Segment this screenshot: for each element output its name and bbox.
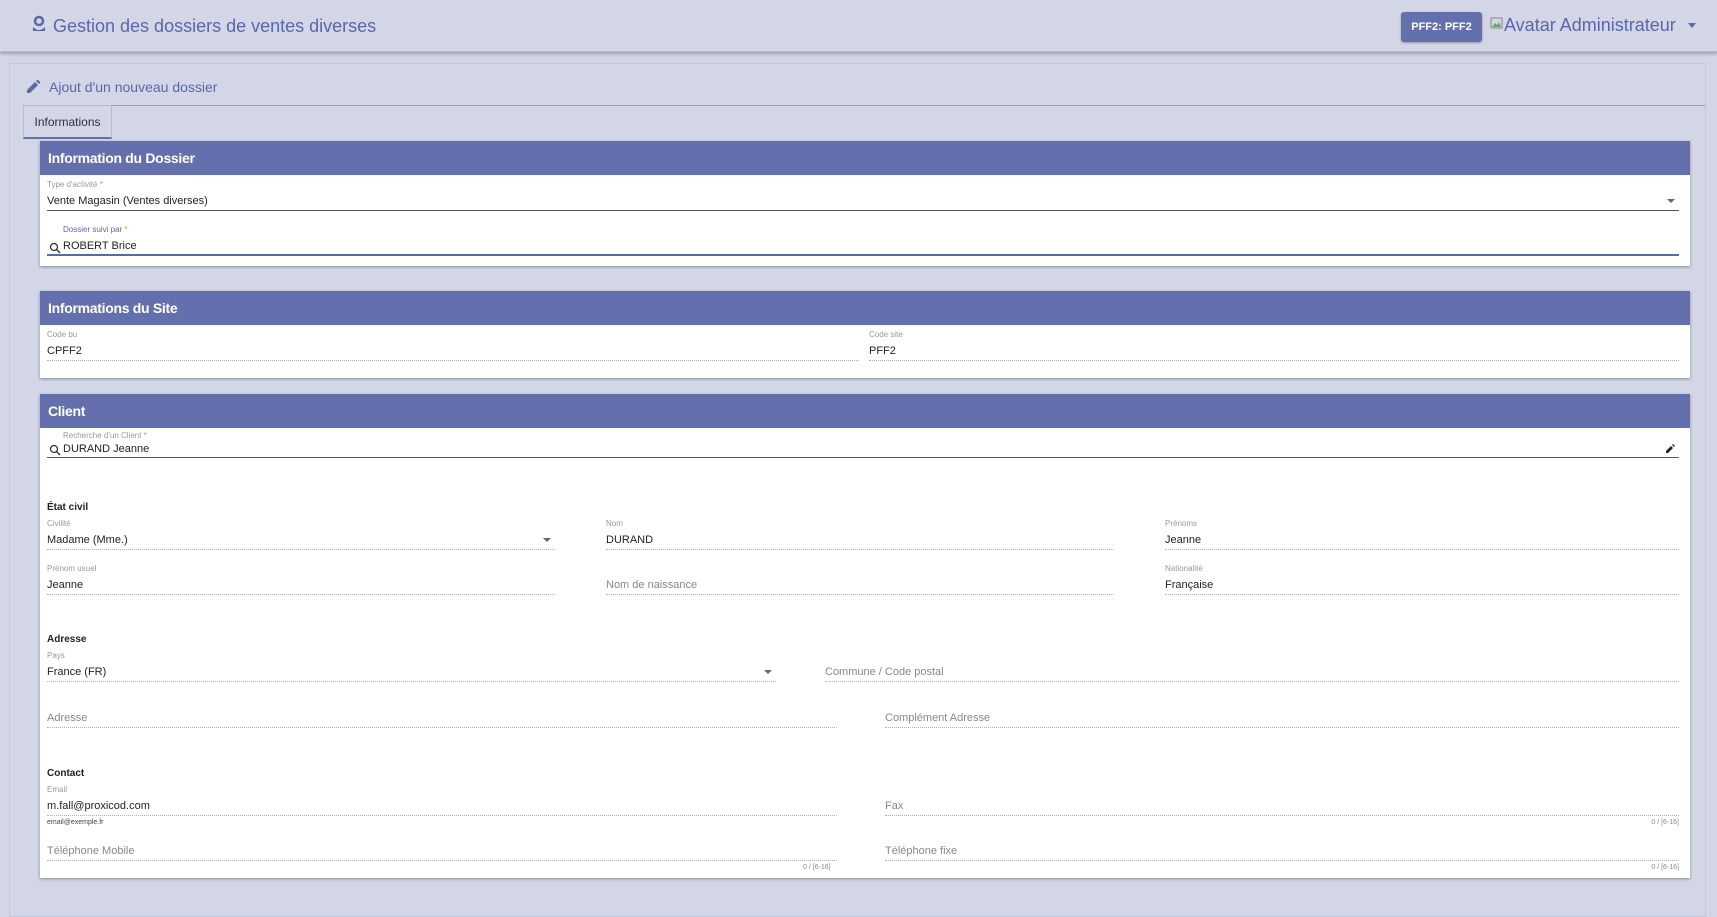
civilite-select[interactable]: Civilité Madame (Mme.)	[47, 516, 555, 550]
field-label: Recherche d'un Client *	[63, 431, 147, 440]
email-field[interactable]: Email m.fall@proxicod.com	[47, 782, 837, 816]
prenoms-field[interactable]: Prénoms Jeanne	[1165, 516, 1679, 550]
field-label: Pays	[47, 651, 65, 660]
fax-field[interactable]: Fax	[885, 782, 1679, 816]
nom-field[interactable]: Nom DURAND	[606, 516, 1114, 550]
field-value: Française	[1165, 579, 1214, 591]
type-activite-select[interactable]: Type d'activité * Vente Magasin (Ventes …	[47, 177, 1679, 211]
group-title-contact: Contact	[47, 768, 85, 779]
field-value: PFF2	[869, 345, 896, 357]
client-search-input[interactable]: Recherche d'un Client * DURAND Jeanne	[47, 428, 1679, 458]
telephone-mobile-field[interactable]: Téléphone Mobile	[47, 827, 837, 861]
field-value: DURAND	[606, 534, 654, 546]
chevron-down-icon[interactable]	[543, 538, 551, 542]
card-header: Ajout d'un nouveau dossier	[25, 78, 1705, 106]
field-placeholder: Adresse	[47, 712, 88, 724]
field-value: CPFF2	[47, 345, 82, 357]
section-client: Client Recherche d'un Client * DURAND Je…	[40, 394, 1690, 878]
page-title: Ajout d'un nouveau dossier	[49, 79, 218, 95]
dossier-suivi-par-input[interactable]: Dossier suivi par * ROBERT Brice	[47, 222, 1679, 256]
adresse-field[interactable]: Adresse	[47, 694, 837, 728]
user-menu-chevron-icon[interactable]	[1688, 23, 1696, 28]
fax-counter: 0 / [6-16]	[1651, 819, 1679, 826]
avatar-broken-image-icon[interactable]	[1490, 16, 1504, 30]
group-title-adresse: Adresse	[47, 634, 87, 645]
field-value: Madame (Mme.)	[47, 534, 128, 546]
code-bu-field: Code bu CPFF2	[47, 327, 859, 361]
field-label: Email	[47, 785, 68, 794]
field-label: Prénoms	[1165, 519, 1198, 528]
commune-code-postal-field[interactable]: Commune / Code postal	[825, 648, 1679, 682]
tab-informations[interactable]: Informations	[23, 105, 112, 139]
chevron-down-icon[interactable]	[764, 670, 772, 674]
telephone-fixe-counter: 0 / [6-16]	[1651, 864, 1679, 871]
section-title: Informations du Site	[40, 291, 1690, 325]
field-value: Jeanne	[1165, 534, 1202, 546]
edit-pencil-icon[interactable]	[1665, 444, 1675, 454]
field-value: m.fall@proxicod.com	[47, 800, 150, 812]
section-title: Information du Dossier	[40, 141, 1690, 175]
field-label: Civilité	[47, 519, 71, 528]
search-icon	[49, 444, 61, 456]
field-value: Jeanne	[47, 579, 84, 591]
field-placeholder: Nom de naissance	[606, 579, 698, 591]
chevron-down-icon[interactable]	[1667, 199, 1675, 203]
code-site-field: Code site PFF2	[869, 327, 1679, 361]
prenom-usuel-field[interactable]: Prénom usuel Jeanne	[47, 561, 555, 595]
field-label: Type d'activité *	[47, 180, 103, 189]
field-value: DURAND Jeanne	[63, 443, 150, 455]
field-placeholder: Commune / Code postal	[825, 666, 944, 678]
field-label: Code site	[869, 330, 903, 339]
nationalite-field[interactable]: Nationalité Française	[1165, 561, 1679, 595]
section-title: Client	[40, 394, 1690, 428]
field-label: Prénom usuel	[47, 564, 97, 573]
nom-naissance-field[interactable]: Nom de naissance	[606, 561, 1114, 595]
field-value: Vente Magasin (Ventes diverses)	[47, 195, 208, 207]
top-bar: Gestion des dossiers de ventes diverses …	[0, 0, 1717, 52]
search-icon	[49, 242, 61, 254]
app-logo-icon	[33, 15, 45, 31]
section-dossier: Information du Dossier Type d'activité *…	[40, 141, 1690, 266]
field-label: Nom	[606, 519, 623, 528]
email-hint: email@exemple.fr	[47, 819, 104, 826]
site-selector-button[interactable]: PFF2: PFF2	[1401, 12, 1482, 42]
field-placeholder: Téléphone fixe	[885, 845, 958, 857]
app-title: Gestion des dossiers de ventes diverses	[53, 16, 377, 36]
user-name[interactable]: Avatar Administrateur	[1504, 15, 1676, 36]
telephone-mobile-counter: 0 / [6-16]	[803, 864, 831, 871]
complement-adresse-field[interactable]: Complément Adresse	[885, 694, 1679, 728]
field-value: ROBERT Brice	[63, 240, 137, 252]
field-placeholder: Complément Adresse	[885, 712, 991, 724]
field-label: Nationalité	[1165, 564, 1203, 573]
section-site: Informations du Site Code bu CPFF2 Code …	[40, 291, 1690, 378]
group-title-etat-civil: État civil	[47, 502, 89, 513]
field-label: Dossier suivi par *	[63, 225, 128, 234]
telephone-fixe-field[interactable]: Téléphone fixe	[885, 827, 1679, 861]
main-card: Ajout d'un nouveau dossier Informations …	[9, 63, 1706, 917]
field-label: Code bu	[47, 330, 78, 339]
field-placeholder: Téléphone Mobile	[47, 845, 135, 857]
field-placeholder: Fax	[885, 800, 904, 812]
pencil-icon	[27, 79, 41, 93]
pays-select[interactable]: Pays France (FR)	[47, 648, 776, 682]
field-value: France (FR)	[47, 666, 107, 678]
